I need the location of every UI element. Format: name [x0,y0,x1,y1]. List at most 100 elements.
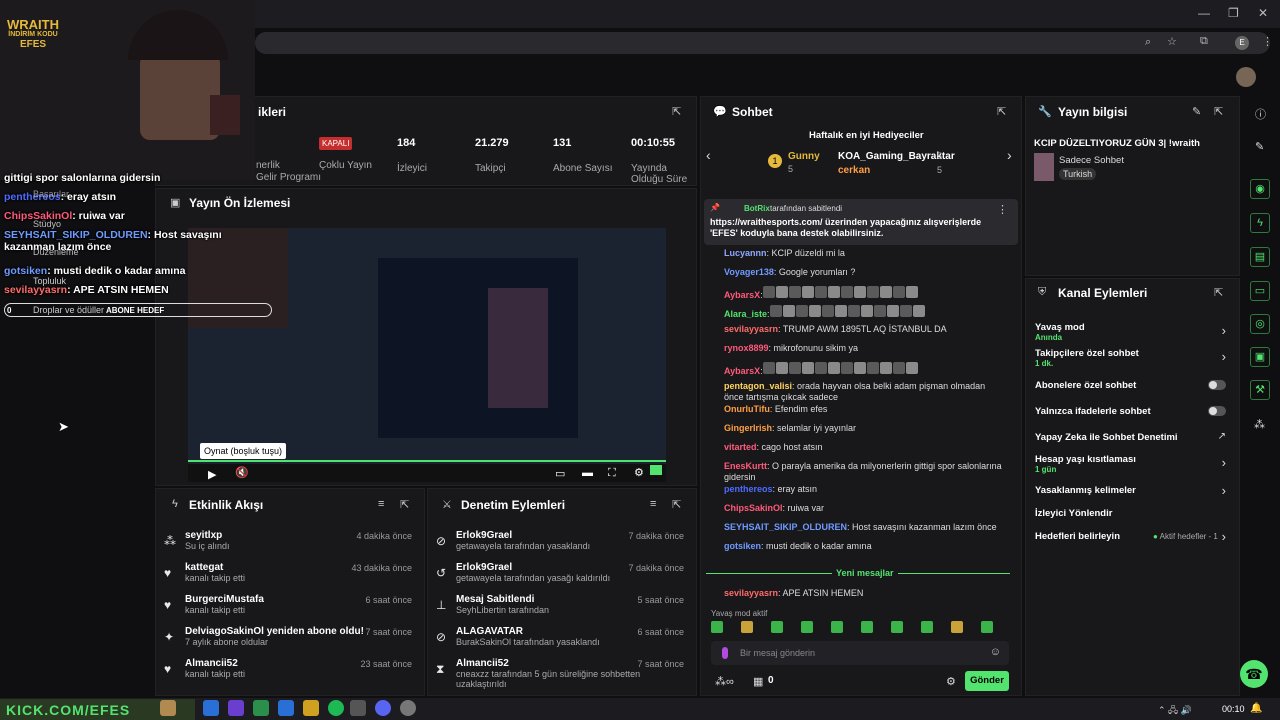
emote-icon[interactable] [951,621,963,633]
account-age-setting[interactable]: Hesap yaşı kısıtlaması 1 gün › [1025,452,1240,474]
chat-username[interactable]: AybarsX [724,366,760,376]
chat-username[interactable]: GingerIrish [724,423,772,433]
chat-username[interactable]: vitarted [724,442,757,452]
info-icon[interactable]: ⓘ [1255,106,1266,122]
info-popout-icon[interactable]: ⇱ [1214,105,1223,118]
emote-icon[interactable] [741,621,753,633]
chat-icon[interactable]: ▭ [1250,281,1270,301]
mic-icon[interactable] [722,647,728,659]
theater-icon[interactable]: ▬ [582,467,593,479]
tray-icons[interactable]: ⌃ 🖧 🔊 [1158,703,1192,719]
zoom-icon[interactable]: ⌕ [1145,36,1151,49]
emote-icon[interactable] [981,621,993,633]
emote-icon[interactable] [891,621,903,633]
profile-avatar[interactable]: E [1235,36,1249,50]
edit-icon[interactable]: ✎ [1192,105,1201,118]
close-icon[interactable]: ✕ [1258,6,1268,20]
chat-input[interactable]: Bir mesaj gönderin ☺ [711,641,1009,665]
settings-icon[interactable]: ⚙ [634,466,644,479]
taskbar-chrome-icon[interactable] [350,700,366,716]
send-button[interactable]: Gönder [965,671,1009,691]
chat-username[interactable]: penthereos [724,484,773,494]
channel-points-icon[interactable]: ⁂∞ [715,675,734,688]
filter-icon[interactable]: ≡ [378,498,384,510]
chevron-right-icon[interactable]: › [1222,455,1226,470]
chat-settings-icon[interactable]: ⚙ [946,675,956,688]
chevron-left-icon[interactable]: ‹ [706,147,711,163]
category-name[interactable]: Sadece Sohbet [1059,155,1124,166]
notification-icon[interactable]: 🔔 [1250,703,1262,714]
taskbar-app-icon[interactable] [228,700,244,716]
menu-item[interactable]: Başarılar [33,189,69,199]
progress-bar[interactable] [188,460,666,462]
popout-icon[interactable]: ⇱ [672,105,681,118]
fullscreen-icon[interactable]: ⛶ [608,467,616,480]
chevron-right-icon[interactable]: › [1222,483,1226,498]
chat-username[interactable]: rynox8899 [724,343,769,353]
goals-setting[interactable]: Hedefleri belirleyin ● Aktif hedefler - 1… [1025,529,1240,547]
broadcast-icon[interactable]: ◎ [1250,314,1270,334]
chat-username[interactable]: sevilayyasrn [724,324,778,334]
chat-popout-icon[interactable]: ⇱ [997,105,1006,118]
subscribers-only-setting[interactable]: Abonelere özel sohbet [1025,378,1240,396]
emote-icon[interactable] [771,621,783,633]
host-channel-setting[interactable]: İzleyici Yönlendir [1025,506,1240,524]
share-icon[interactable]: ⁂ [1254,418,1265,431]
emote-only-toggle[interactable] [1208,406,1226,416]
taskbar-discord-icon[interactable] [375,700,391,716]
minimize-icon[interactable]: — [1198,6,1210,20]
restore-icon[interactable]: ❐ [1228,6,1239,20]
actions-popout-icon[interactable]: ⇱ [1214,286,1223,299]
bolt-icon[interactable]: ϟ [1250,213,1270,233]
followers-only-setting[interactable]: Takipçilere özel sohbet 1 dk. › [1025,347,1240,369]
gift-icon[interactable]: ▦ [753,675,763,688]
emote-only-setting[interactable]: Yalnızca ifadelerle sohbet [1025,404,1240,422]
kebab-menu-icon[interactable]: ⋮ [1262,35,1273,48]
chat-username[interactable]: OnurluTifu [724,404,770,414]
chat-username[interactable]: sevilayyasrn [724,588,778,598]
chevron-right-icon[interactable]: › [1222,349,1226,364]
chevron-right-icon[interactable]: › [1222,529,1226,544]
chevron-right-icon[interactable]: › [1222,323,1226,338]
menu-item[interactable]: Topluluk [33,276,66,286]
document-icon[interactable]: ▤ [1250,247,1270,267]
camera-icon[interactable]: ◉ [1250,179,1270,199]
chat-username[interactable]: Voyager138 [724,267,774,277]
chat-username[interactable]: AybarsX [724,290,760,300]
taskbar-store-icon[interactable] [253,700,269,716]
slow-mode-setting[interactable]: Yavaş mod Anında › [1025,320,1240,342]
play-icon[interactable]: ▶ [208,468,216,481]
mod-popout-icon[interactable]: ⇱ [672,498,681,511]
menu-item[interactable]: Stüdyo [33,219,61,229]
ai-moderation-setting[interactable]: Yapay Zeka ile Sohbet Denetimi ↗ [1025,430,1240,448]
pen-icon[interactable]: ✎ [1255,140,1264,153]
extensions-icon[interactable]: ⧉ [1200,35,1208,48]
chevron-right-icon[interactable]: › [1007,147,1012,163]
taskbar-explorer-icon[interactable] [303,700,319,716]
chat-username[interactable]: ChipsSakinOl [724,503,783,513]
emote-icon[interactable] [921,621,933,633]
chat-username[interactable]: SEYHSAIT_SIKIP_OLDUREN [724,522,847,532]
address-bar[interactable] [255,32,1270,54]
menu-item[interactable]: Düzenleme [33,247,79,257]
user-avatar[interactable] [1236,67,1256,87]
taskbar-edge-icon[interactable] [203,700,219,716]
chat-username[interactable]: EnesKurtt [724,461,767,471]
emote-icon[interactable] [861,621,873,633]
layout-icon[interactable]: ▣ [1250,347,1270,367]
emote-icon[interactable] [801,621,813,633]
mod-filter-icon[interactable]: ≡ [650,498,656,510]
more-icon[interactable]: ⋮ [997,203,1008,216]
miniplayer-icon[interactable]: ▭ [555,467,565,480]
bookmark-star-icon[interactable]: ☆ [1167,35,1177,48]
taskbar-spotify-icon[interactable] [328,700,344,716]
tools-icon[interactable]: ⚒ [1250,380,1270,400]
taskbar-obs-icon[interactable] [400,700,416,716]
chat-username[interactable]: gotsiken [724,541,761,551]
emoji-icon[interactable]: ☺ [990,646,1001,658]
support-chat-button[interactable]: ☎ [1240,660,1268,688]
chat-username[interactable]: Lucyannn [724,248,767,258]
activity-popout-icon[interactable]: ⇱ [400,498,409,511]
chat-username[interactable]: Alara_iste [724,309,767,319]
emote-icon[interactable] [711,621,723,633]
